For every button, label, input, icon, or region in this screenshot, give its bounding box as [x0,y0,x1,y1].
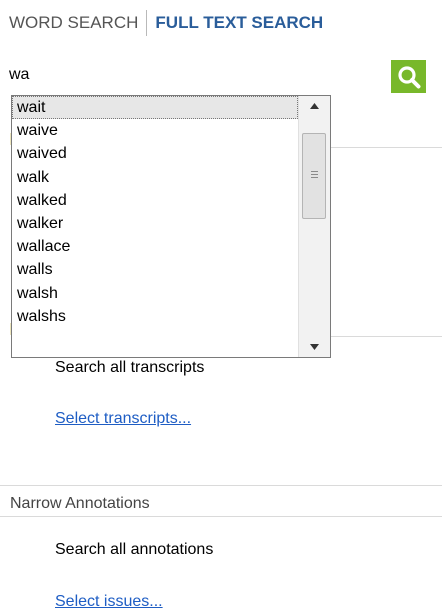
divider [0,485,442,486]
suggestion-item[interactable]: walker [12,212,298,235]
scroll-down-button[interactable] [299,337,330,357]
scroll-thumb[interactable] [302,133,326,219]
narrow-annotations-heading: Narrow Annotations [10,495,150,512]
suggestion-item[interactable]: walls [12,258,298,281]
suggestion-item[interactable]: walshs [12,305,298,328]
thumb-grip-line [311,171,318,172]
search-input[interactable] [9,64,379,86]
suggestion-item[interactable]: waived [12,142,298,165]
search-mode-tabs: WORD SEARCH FULL TEXT SEARCH [9,10,323,36]
select-transcripts-link[interactable]: Select transcripts... [55,410,191,428]
suggestion-item[interactable]: wallace [12,235,298,258]
thumb-grip-line [311,177,318,178]
tab-full-text-search[interactable]: FULL TEXT SEARCH [147,12,323,34]
search-all-transcripts-text: Search all transcripts [55,359,205,376]
tab-word-search[interactable]: WORD SEARCH [9,12,146,34]
suggestion-item[interactable]: walsh [12,282,298,305]
suggestion-item[interactable]: walk [12,166,298,189]
search-icon [397,65,420,88]
suggestion-item[interactable]: walked [12,189,298,212]
scroll-down-arrow-icon [310,344,319,350]
suggestion-item[interactable]: wait [12,96,298,120]
thumb-grip-line [311,174,318,175]
scroll-up-button[interactable] [299,96,330,116]
select-issues-link[interactable]: Select issues... [55,593,163,611]
divider [0,516,442,517]
suggestion-list: wait waive waived walk walked walker wallace wa… [12,96,298,357]
autocomplete-dropdown[interactable]: wait waive waived walk walked walker wallace wa… [11,95,331,358]
suggestion-item[interactable]: waive [12,119,298,142]
search-button[interactable] [391,60,426,93]
search-all-annotations-text: Search all annotations [55,541,214,558]
scrollbar[interactable] [298,96,330,357]
scroll-up-arrow-icon [310,103,319,109]
